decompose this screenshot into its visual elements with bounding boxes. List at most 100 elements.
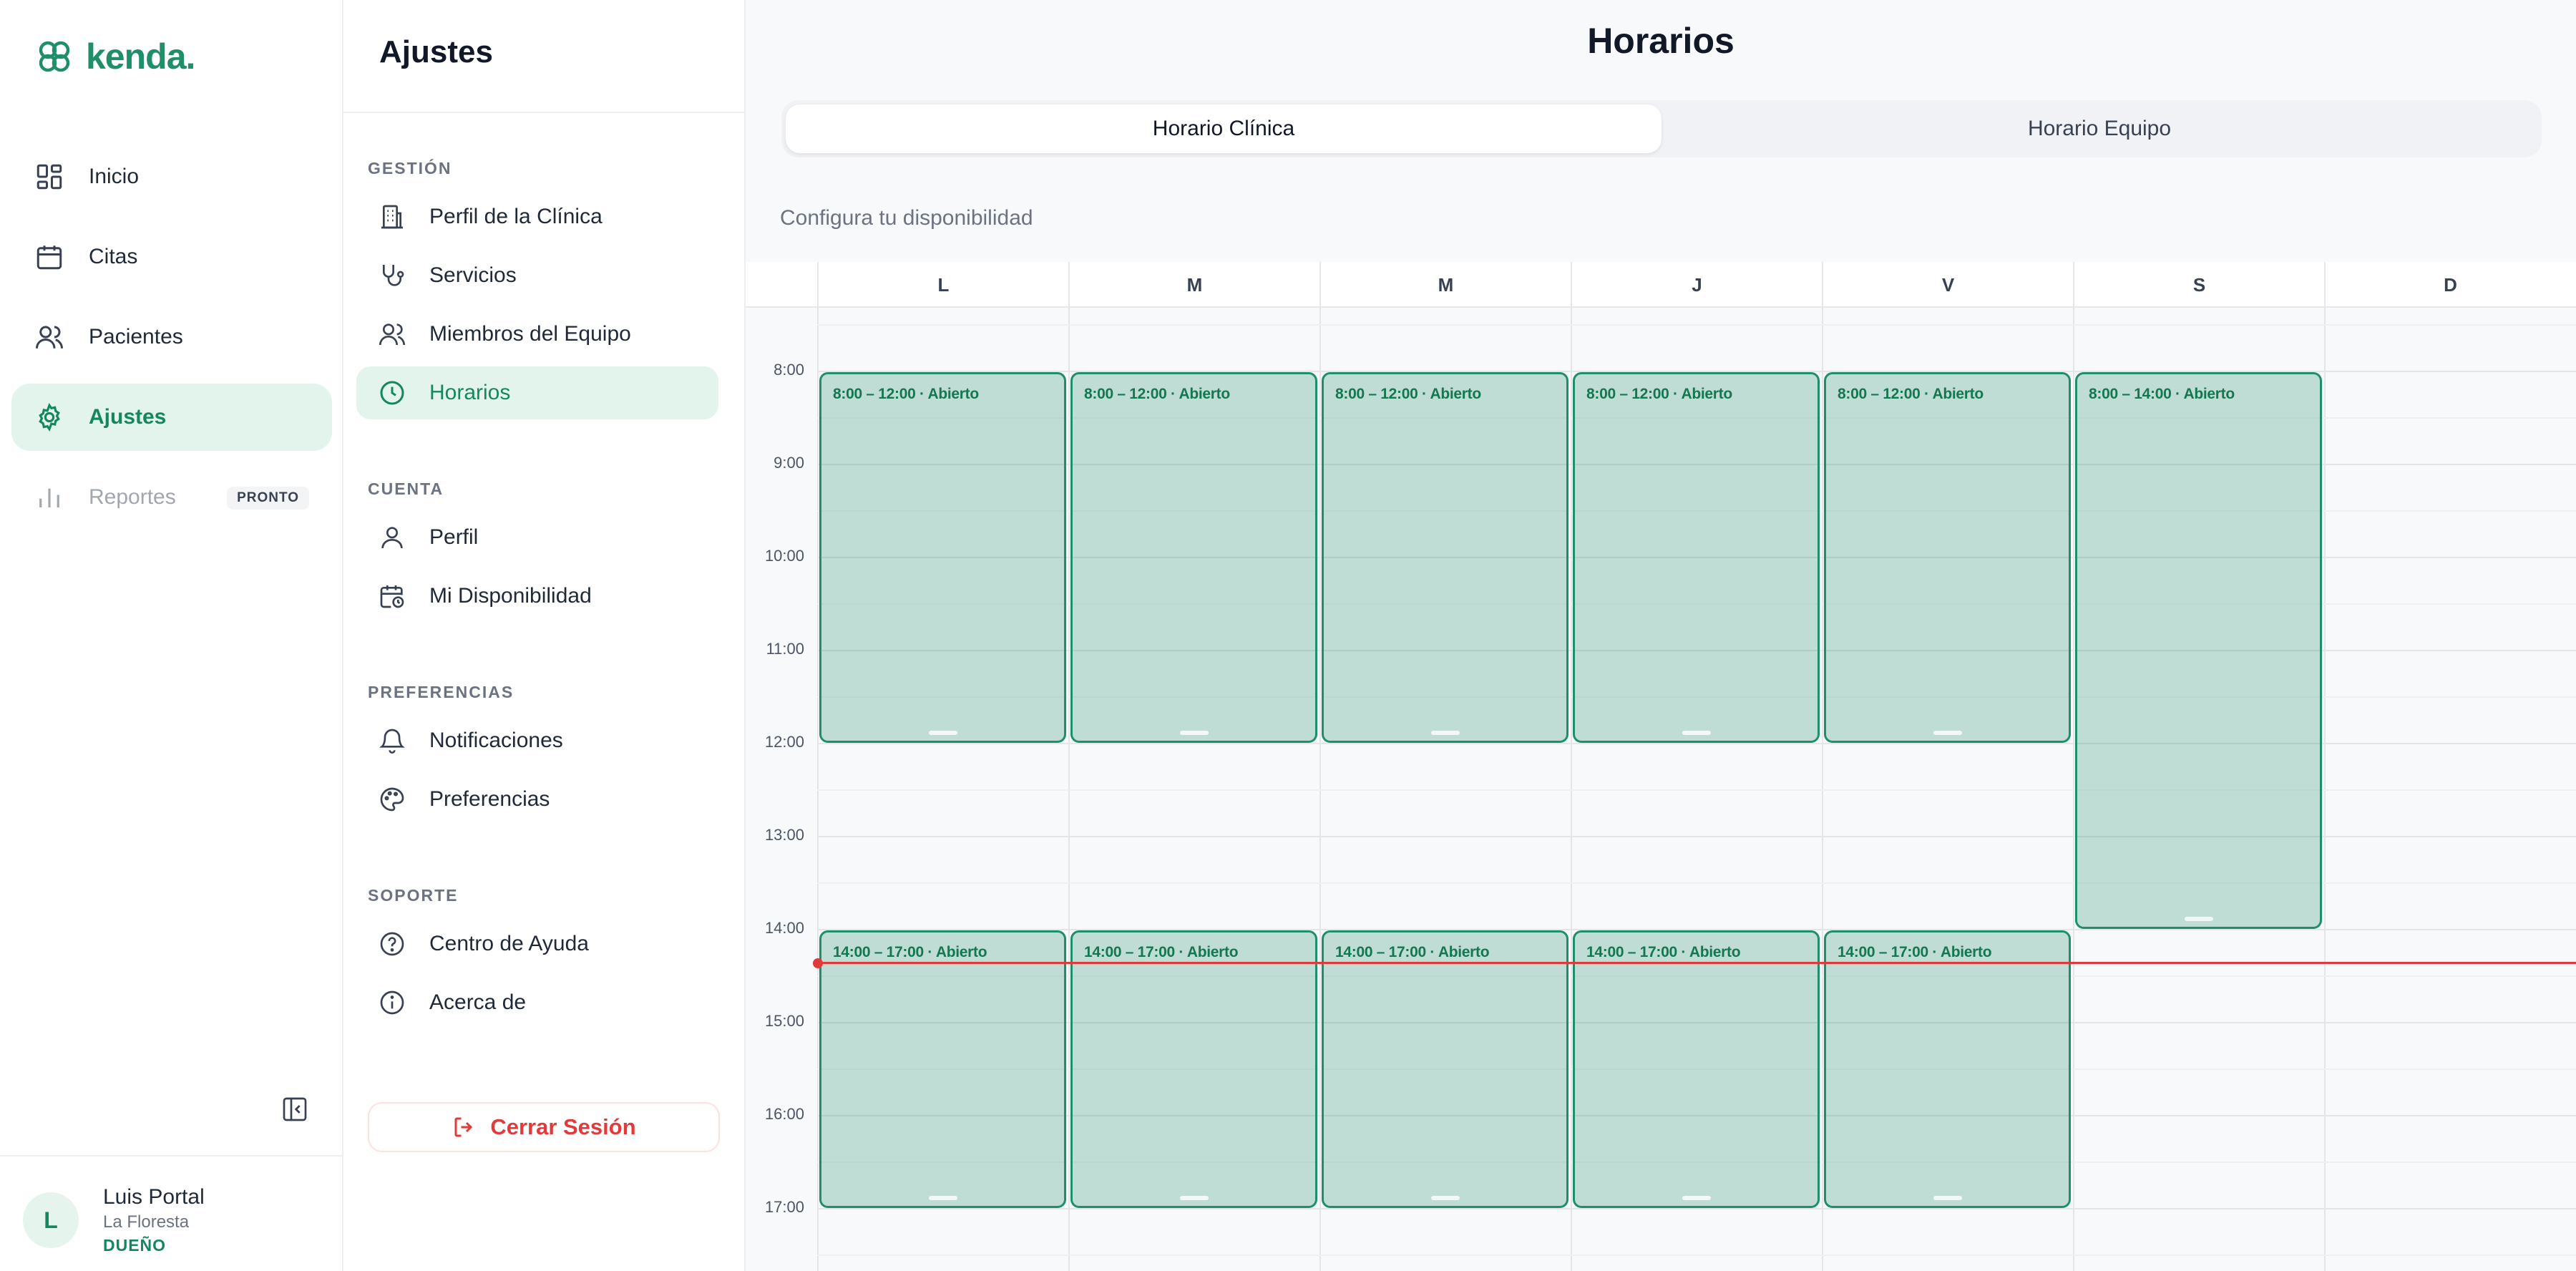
resize-handle[interactable] (1430, 731, 1460, 735)
half-hour-line (817, 1255, 2576, 1256)
resize-handle[interactable] (2184, 917, 2213, 921)
hour-label: 15:00 (764, 1012, 804, 1030)
building-icon (381, 205, 403, 229)
nav-item-reportes[interactable]: Reportes PRONTO (11, 464, 332, 531)
availability-block-label: 8:00 – 12:00 · Abierto (1084, 386, 1230, 402)
availability-block[interactable]: 8:00 – 12:00 · Abierto (1824, 372, 2071, 743)
availability-block[interactable]: 8:00 – 14:00 · Abierto (2075, 372, 2322, 929)
availability-block[interactable]: 14:00 – 17:00 · Abierto (1070, 930, 1317, 1208)
hour-label: 12:00 (764, 733, 804, 751)
nav-item-inicio[interactable]: Inicio (11, 143, 332, 210)
brand-name: kenda. (86, 36, 195, 77)
settings-item-label: Acerca de (429, 990, 527, 1014)
user-name: Luis Portal (103, 1185, 205, 1209)
availability-block[interactable]: 14:00 – 17:00 · Abierto (1824, 930, 2071, 1208)
settings-item-label: Mi Disponibilidad (429, 584, 592, 608)
user-clinic: La Floresta (103, 1212, 190, 1232)
users-icon (36, 326, 63, 349)
settings-item-clinic-profile[interactable]: Perfil de la Clínica (356, 190, 718, 243)
logout-button[interactable]: Cerrar Sesión (368, 1102, 720, 1152)
nav-item-label: Pacientes (89, 325, 183, 349)
availability-block[interactable]: 14:00 – 17:00 · Abierto (1322, 930, 1568, 1208)
settings-item-help-center[interactable]: Centro de Ayuda (356, 917, 718, 970)
hour-label: 14:00 (764, 919, 804, 937)
settings-item-preferences[interactable]: Preferencias (356, 773, 718, 826)
resize-handle[interactable] (1682, 731, 1711, 735)
settings-item-profile[interactable]: Perfil (356, 511, 718, 564)
availability-block-label: 8:00 – 12:00 · Abierto (1335, 386, 1481, 402)
resize-handle[interactable] (1179, 731, 1209, 735)
hour-label: 10:00 (764, 547, 804, 565)
resize-handle[interactable] (928, 1196, 957, 1200)
grid-icon (36, 164, 62, 190)
nav-item-citas[interactable]: Citas (11, 223, 332, 291)
availability-block-label: 8:00 – 14:00 · Abierto (2089, 386, 2235, 402)
schedule-tabs: Horario Clínica Horario Equipo (781, 100, 2542, 157)
hour-label: 17:00 (764, 1198, 804, 1216)
settings-item-team-members[interactable]: Miembros del Equipo (356, 308, 718, 361)
resize-handle[interactable] (1179, 1196, 1209, 1200)
availability-block-label: 8:00 – 12:00 · Abierto (1838, 386, 1984, 402)
soon-badge: PRONTO (227, 487, 309, 510)
current-time-line (817, 961, 2576, 964)
settings-panel: Ajustes GESTIÓN Perfil de la Clínica Ser… (343, 0, 746, 1271)
settings-item-services[interactable]: Servicios (356, 249, 718, 302)
collapse-sidebar-button[interactable] (280, 1095, 309, 1124)
calendar-icon (36, 245, 62, 270)
hour-label: 13:00 (764, 826, 804, 844)
availability-block[interactable]: 14:00 – 17:00 · Abierto (819, 930, 1066, 1208)
availability-block-label: 14:00 – 17:00 · Abierto (833, 944, 987, 960)
calendar-clock-icon (380, 585, 404, 608)
availability-block[interactable]: 8:00 – 12:00 · Abierto (1070, 372, 1317, 743)
brand-logo[interactable]: kenda. (36, 36, 195, 77)
help-circle-icon (380, 932, 404, 956)
availability-block-label: 8:00 – 12:00 · Abierto (833, 386, 979, 402)
settings-item-label: Miembros del Equipo (429, 322, 631, 346)
logout-label: Cerrar Sesión (490, 1114, 636, 1139)
tab-team-schedule[interactable]: Horario Equipo (1662, 104, 2537, 153)
resize-handle[interactable] (1430, 1196, 1460, 1200)
availability-block-label: 14:00 – 17:00 · Abierto (1586, 944, 1741, 960)
day-header: L (817, 262, 1068, 308)
availability-block[interactable]: 8:00 – 12:00 · Abierto (1322, 372, 1568, 743)
user-icon (381, 527, 403, 549)
resize-handle[interactable] (1682, 1196, 1711, 1200)
section-label-cuenta: CUENTA (368, 479, 444, 498)
availability-block-label: 14:00 – 17:00 · Abierto (1838, 944, 1992, 960)
day-header: D (2324, 262, 2575, 308)
bar-chart-icon (39, 488, 59, 507)
user-card[interactable]: L Luis Portal La Floresta DUEÑO (23, 1184, 205, 1257)
day-header: M (1068, 262, 1319, 308)
settings-item-schedules[interactable]: Horarios (356, 366, 718, 419)
section-label-soporte: SOPORTE (368, 886, 459, 905)
nav-item-ajustes[interactable]: Ajustes (11, 384, 332, 451)
half-hour-line (817, 324, 2576, 326)
resize-handle[interactable] (1933, 1196, 1962, 1200)
user-info: Luis Portal La Floresta DUEÑO (103, 1184, 205, 1257)
availability-block[interactable]: 8:00 – 12:00 · Abierto (819, 372, 1066, 743)
resize-handle[interactable] (928, 731, 957, 735)
nav-item-pacientes[interactable]: Pacientes (11, 303, 332, 371)
stethoscope-icon (383, 265, 404, 286)
settings-title: Ajustes (379, 34, 493, 69)
hour-label: 16:00 (764, 1105, 804, 1123)
availability-block[interactable]: 14:00 – 17:00 · Abierto (1573, 930, 1820, 1208)
settings-item-notifications[interactable]: Notificaciones (356, 714, 718, 767)
nav-list: Inicio Citas Pacientes Ajustes Reportes … (11, 143, 332, 544)
avatar: L (23, 1192, 79, 1248)
settings-item-label: Notificaciones (429, 729, 563, 752)
settings-item-about[interactable]: Acerca de (356, 976, 718, 1029)
availability-block-label: 14:00 – 17:00 · Abierto (1084, 944, 1239, 960)
week-calendar: LMMJVSD 8:00 9:00 10:00 11:00 12:00 13:00 14:0… (746, 262, 2576, 1271)
page-subtitle: Configura tu disponibilidad (780, 206, 1033, 230)
hour-label: 11:00 (766, 640, 804, 658)
current-time-dot (813, 958, 823, 968)
settings-item-label: Servicios (429, 263, 517, 287)
nav-item-label: Ajustes (89, 405, 167, 429)
resize-handle[interactable] (1933, 731, 1962, 735)
tab-clinic-schedule[interactable]: Horario Clínica (786, 104, 1662, 153)
calendar-grid[interactable]: 8:00 9:00 10:00 11:00 12:00 13:00 14:00 15:00 16… (746, 308, 2576, 1271)
settings-item-label: Horarios (429, 381, 511, 404)
settings-item-my-availability[interactable]: Mi Disponibilidad (356, 570, 718, 623)
availability-block[interactable]: 8:00 – 12:00 · Abierto (1573, 372, 1820, 743)
